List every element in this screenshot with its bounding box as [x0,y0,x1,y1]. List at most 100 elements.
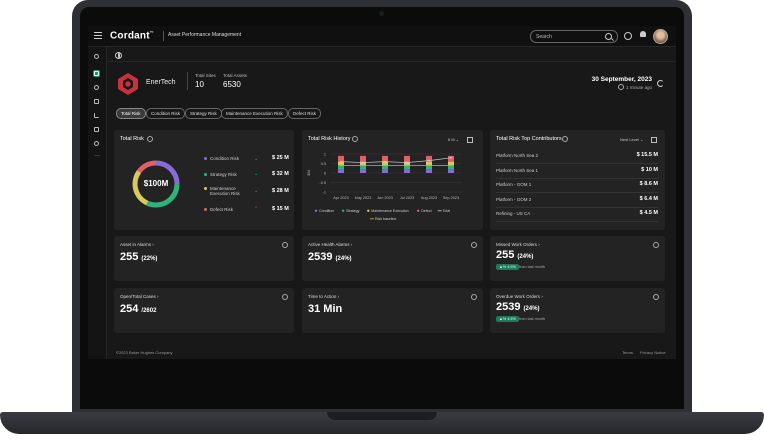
globe-icon[interactable] [115,52,122,59]
next-level-select[interactable]: Next Level ⌄ [620,137,643,142]
contributor-row[interactable]: Platform - GOM 1 $ 8.6 M [496,179,658,193]
risk-history-card: Total Risk History 6 M ⌄ 1 0.5 0 -0.5 -1 $M Ap… [302,130,483,230]
legend-label: Total [443,209,451,213]
kpi-title[interactable]: Time to Action › [308,294,339,299]
kpi-title[interactable]: Active Health Alarms › [308,242,352,247]
legend-label: Maintenance Execution [371,209,408,213]
target-icon[interactable] [93,84,100,91]
calendar-icon[interactable] [93,98,100,105]
info-icon[interactable] [653,294,659,300]
legend-label: Risk baseline [375,217,396,221]
total-sites-label: Total Sites [195,73,216,78]
camera-icon [379,11,384,16]
contributor-row[interactable]: Platform North Sea 1 $ 10 M [496,165,658,179]
legend-label: Defect [421,209,431,213]
risk-row-maintenance[interactable]: Maintenance Execution Risk [204,186,240,196]
contributor-value: $ 15.5 M [636,152,658,158]
subbar-divider [107,61,676,62]
privacy-link[interactable]: Privacy Notice [640,350,666,355]
total-assets-value: 6530 [223,80,241,89]
kpi-card[interactable]: Time to Action › 31 Min [302,288,483,333]
risk-row-strategy[interactable]: Strategy Risk [204,172,237,177]
app-logo[interactable]: Cordant™ [110,30,154,41]
kpi-title[interactable]: Asset in Alarms › [120,242,154,247]
trend-up-icon: ⌃ [254,206,259,212]
maintenance-dot [204,187,207,191]
last-updated-text: 1 minute ago [625,85,652,90]
kpi-card[interactable]: Overdue Work Orders › 2539 (24%) ▲% 4.6% fr… [490,288,665,333]
line-point [406,161,408,164]
hierarchy-icon[interactable] [93,53,100,60]
contributor-row[interactable]: Platform - GOM 2 $ 6.4 M [496,194,658,208]
kpi-card[interactable]: Active Health Alarms › 2539 (24%) [302,236,483,281]
app-screen: Cordant™ Asset Performance Management ··… [88,26,676,359]
delta-badge: ▲% 4.6% [496,316,519,322]
bar-segment [360,169,366,173]
search-icon[interactable] [605,33,612,40]
line-point [428,159,430,162]
kpi-title[interactable]: Open/Total Cases › [120,294,159,299]
avatar[interactable] [653,29,668,44]
search-input[interactable] [536,32,602,41]
contributor-row[interactable]: Refining - US CA $ 4.5 M [496,208,658,222]
expand-icon[interactable] [467,137,473,143]
kpi-card[interactable]: Asset in Alarms › 255 (22%) [114,236,294,281]
info-icon[interactable] [282,294,288,300]
risk-row-condition[interactable]: Condition Risk [204,156,239,161]
help-icon[interactable] [624,32,632,40]
y-axis-label: $M [306,170,311,176]
info-icon[interactable] [352,136,358,142]
legend-label: Condition [319,209,334,213]
menu-icon[interactable] [94,32,102,39]
briefcase-icon[interactable] [93,126,100,133]
line-point [428,164,430,167]
trend-icon[interactable] [93,112,100,119]
line-point [362,161,364,164]
copyright: ©2023 Baker Hughes Company [116,350,173,355]
top-contributors-title: Total Risk Top Contributors [496,136,562,142]
report-date: 30 September, 2023 [591,76,652,83]
refresh-icon[interactable] [657,80,664,87]
kpi-value: 2539 (24%) [496,301,540,313]
bar-segment [404,169,410,173]
filter-total-risk[interactable]: Total Risk [116,108,146,119]
legend-swatch [367,209,370,212]
kpi-card[interactable]: Missed Work Orders › 255 (24%) ▲% 4.6% from… [490,236,665,281]
info-icon[interactable] [562,136,568,142]
kpi-suffix: (24%) [523,306,540,312]
info-icon[interactable] [147,136,153,142]
search-box[interactable] [530,30,618,43]
line-point [384,160,386,163]
line-point [450,156,452,159]
info-icon[interactable] [653,242,659,248]
kpi-card[interactable]: Open/Total Cases › 254 /2602 [114,288,294,333]
risk-history-chart: 1 0.5 0 -0.5 -1 $M Apr 2023 May 2023 Jun 2023 Jul… [306,153,462,221]
x-tick-label: Sep 2023 [443,196,459,200]
filter-maintenance-execution-risk[interactable]: Maintenance Execution Risk [221,108,288,119]
filter-condition-risk[interactable]: Condition Risk [146,108,186,119]
range-select[interactable]: 6 M ⌄ [448,137,459,142]
legend-swatch [417,209,420,212]
more-icon[interactable]: ··· [93,153,100,161]
search-doc-icon[interactable] [93,140,100,147]
contributor-row[interactable]: Platform North Sea 2 $ 15.5 M [496,150,658,164]
info-icon[interactable] [282,242,288,248]
filter-strategy-risk[interactable]: Strategy Risk [185,108,222,119]
dashboard-icon[interactable] [93,70,100,77]
terms-link[interactable]: Terms [622,350,633,355]
expand-icon[interactable] [651,137,657,143]
risk-row-defect[interactable]: Defect Risk [204,207,233,212]
kpi-title[interactable]: Overdue Work Orders › [496,294,543,299]
contributor-value: $ 10 M [641,166,658,173]
y-tick-label: 0 [324,172,326,176]
last-updated: 1 minute ago [617,84,652,90]
contributor-name: Platform - GOM 1 [496,182,532,187]
info-icon[interactable] [471,294,477,300]
condition-value: $ 25 M [272,155,289,161]
y-tick-label: 1 [324,153,326,157]
bell-icon[interactable] [640,31,646,38]
info-icon[interactable] [471,242,477,248]
kpi-title[interactable]: Missed Work Orders › [496,242,540,247]
filter-defect-risk[interactable]: Defect Risk [288,108,322,119]
kpi-value: 31 Min [308,303,343,315]
